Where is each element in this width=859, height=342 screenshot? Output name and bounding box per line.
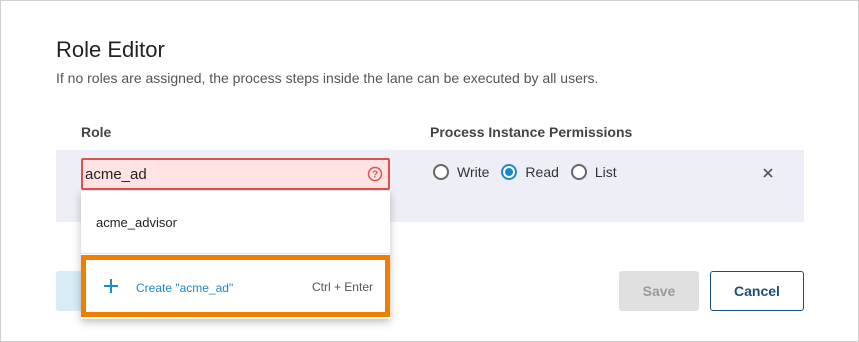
dialog-title: Role Editor (56, 37, 165, 62)
role-input-container: ? (81, 158, 390, 190)
add-role-button[interactable] (56, 271, 81, 311)
role-editor-dialog: Role Editor If no roles are assigned, th… (0, 0, 859, 342)
create-role-option[interactable]: Create "acme_ad" Ctrl + Enter (81, 255, 390, 317)
cancel-button[interactable]: Cancel (710, 271, 804, 311)
create-shortcut-hint: Ctrl + Enter (311, 280, 373, 294)
suggestion-item[interactable]: acme_advisor (96, 215, 177, 230)
svg-text:?: ? (372, 170, 378, 181)
radio-write[interactable] (433, 164, 449, 180)
permission-list-label: List (594, 164, 617, 180)
save-button[interactable]: Save (619, 271, 699, 311)
create-role-label: Create "acme_ad" (136, 281, 234, 295)
radio-read[interactable] (501, 164, 518, 180)
question-circle-icon: ? (367, 166, 383, 182)
permissions-column-header: Process Instance Permissions (430, 124, 633, 140)
permission-radio-group: Write Read List (433, 164, 629, 180)
dropdown-divider (81, 253, 390, 254)
radio-list[interactable] (570, 164, 587, 180)
role-input[interactable] (85, 163, 355, 185)
dialog-subtitle: If no roles are assigned, the process st… (56, 70, 599, 86)
permission-list-option[interactable]: List (570, 164, 617, 180)
permission-write-option[interactable]: Write (433, 164, 489, 180)
role-column-header: Role (81, 124, 112, 140)
permission-read-label: Read (525, 164, 559, 180)
close-icon[interactable] (760, 165, 776, 181)
permission-read-option[interactable]: Read (501, 164, 559, 180)
permission-write-label: Write (457, 164, 490, 180)
plus-icon (104, 279, 118, 293)
role-suggestions-dropdown: acme_advisor Create "acme_ad" Ctrl + Ent… (81, 191, 390, 319)
